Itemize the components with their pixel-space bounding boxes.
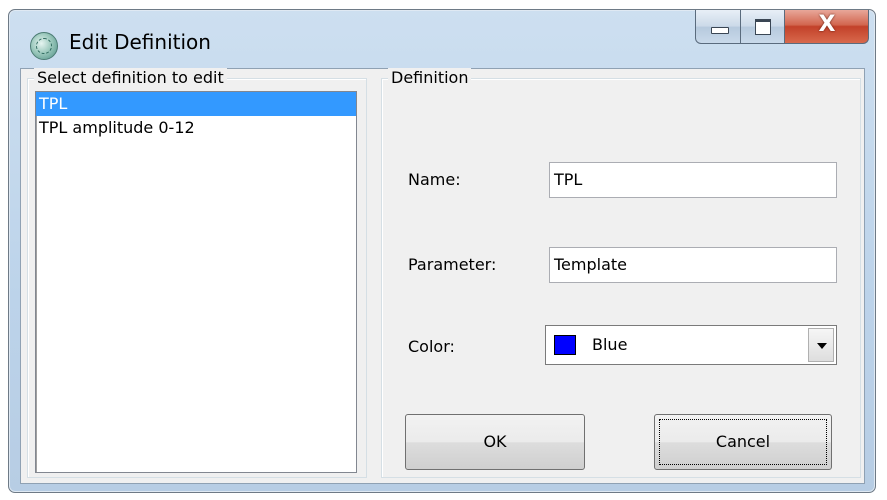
color-select[interactable]: Blue	[545, 325, 837, 365]
globe-icon	[30, 32, 58, 60]
cancel-button[interactable]: Cancel	[654, 414, 832, 470]
close-button[interactable]: X	[785, 10, 869, 44]
maximize-button[interactable]	[741, 10, 785, 44]
minimize-icon	[711, 27, 729, 34]
definition-listbox[interactable]: TPL TPL amplitude 0-12	[35, 91, 357, 473]
close-icon: X	[818, 12, 836, 37]
name-field[interactable]: TPL	[549, 162, 837, 198]
parameter-field[interactable]: Template	[549, 247, 837, 283]
definition-group: Definition Name: TPL Parameter: Template…	[381, 68, 861, 478]
parameter-label: Parameter:	[408, 255, 497, 274]
list-item-tpl-amplitude[interactable]: TPL amplitude 0-12	[36, 116, 356, 140]
ok-button[interactable]: OK	[405, 414, 585, 470]
select-definition-legend: Select definition to edit	[34, 68, 227, 87]
maximize-icon	[755, 19, 771, 35]
list-item-tpl[interactable]: TPL	[36, 92, 356, 116]
chevron-down-icon[interactable]	[808, 328, 834, 362]
window-title: Edit Definition	[69, 30, 211, 54]
select-definition-group: Select definition to edit TPL TPL amplit…	[27, 68, 367, 478]
title-bar[interactable]: Edit Definition X	[9, 10, 875, 68]
dialog-client-area: Select definition to edit TPL TPL amplit…	[20, 68, 865, 484]
color-select-value: Blue	[592, 335, 628, 354]
minimize-button[interactable]	[695, 10, 741, 44]
caption-buttons: X	[695, 10, 869, 44]
color-label: Color:	[408, 337, 455, 356]
color-swatch	[554, 335, 576, 355]
name-label: Name:	[408, 170, 461, 189]
edit-definition-window: Edit Definition X Select definition to e…	[8, 9, 876, 493]
cancel-button-label: Cancel	[715, 432, 771, 451]
definition-legend: Definition	[388, 68, 472, 87]
